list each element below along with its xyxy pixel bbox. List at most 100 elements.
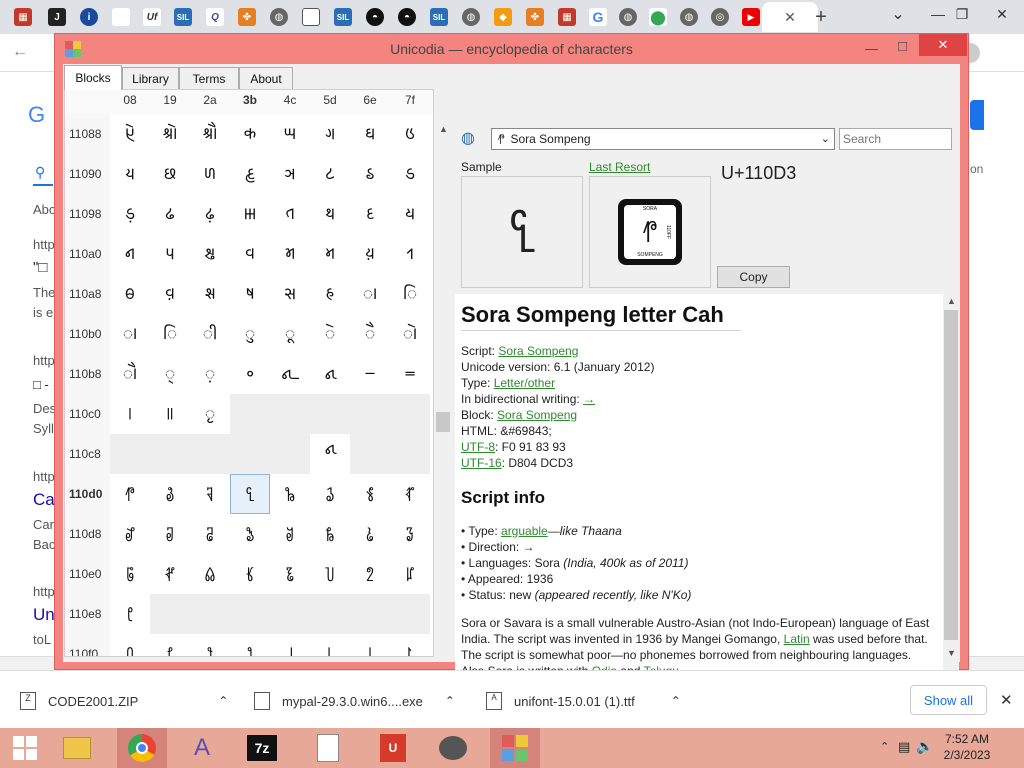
browser-tab[interactable]: ◆: [488, 2, 518, 32]
char-cell[interactable]: 𑃘: [110, 514, 150, 554]
char-cell[interactable]: 𑂗: [310, 154, 350, 194]
taskbar-chrome[interactable]: [117, 728, 167, 768]
char-cell[interactable]: 𑂼: [270, 354, 310, 394]
char-cell[interactable]: 𑂪: [110, 274, 150, 314]
browser-tab[interactable]: ⬤: [643, 2, 673, 32]
char-cell[interactable]: 𑃕: [310, 474, 350, 514]
latin-link[interactable]: Latin: [784, 632, 810, 646]
char-cell[interactable]: ◌𑂴: [270, 314, 310, 354]
char-cell[interactable]: 𑂑: [390, 114, 430, 154]
browser-tab[interactable]: SIL: [328, 2, 358, 32]
char-cell[interactable]: ◌𑂶: [350, 314, 390, 354]
char-cell[interactable]: 𑃛: [230, 514, 270, 554]
char-cell[interactable]: 𑂕: [230, 154, 270, 194]
type-link[interactable]: Letter/other: [494, 376, 555, 390]
char-cell[interactable]: 𑂤: [190, 234, 230, 274]
char-cell[interactable]: 𑃵: [310, 634, 350, 657]
grid-scroll-thumb[interactable]: [436, 412, 450, 432]
char-cell[interactable]: 𑂰: [350, 274, 390, 314]
browser-tab[interactable]: SIL: [424, 2, 454, 32]
char-cell[interactable]: 𑂣: [150, 234, 190, 274]
browser-restore-button[interactable]: ❐: [940, 0, 984, 28]
char-cell[interactable]: 𑃜: [270, 514, 310, 554]
utf16-link[interactable]: UTF-16: [461, 456, 502, 470]
char-cell[interactable]: 𑂯: [310, 274, 350, 314]
taskbar-7zip[interactable]: 7z: [237, 728, 287, 768]
char-cell[interactable]: 𑂬: [190, 274, 230, 314]
browser-tab[interactable]: ◍: [264, 2, 294, 32]
tab-terms[interactable]: Terms: [179, 67, 239, 89]
char-cell[interactable]: 𑂱: [390, 274, 430, 314]
char-cell[interactable]: 𑂙: [390, 154, 430, 194]
browser-tab[interactable]: [106, 2, 136, 32]
char-cell[interactable]: ◌𑂹: [150, 354, 190, 394]
window-maximize-button[interactable]: □: [898, 38, 907, 55]
char-cell[interactable]: ◌𑂳: [230, 314, 270, 354]
char-cell[interactable]: ◌𑂲: [190, 314, 230, 354]
browser-tab[interactable]: Q: [200, 2, 230, 32]
clock-time[interactable]: 7:52 AM: [932, 732, 1002, 746]
char-cell[interactable]: 𑃑: [150, 474, 190, 514]
char-cell[interactable]: 𑂖: [270, 154, 310, 194]
grid-scrollbar[interactable]: ▲ ▼: [435, 122, 451, 690]
char-cell[interactable]: 𑂩: [390, 234, 430, 274]
scroll-up-icon[interactable]: ▲: [947, 296, 956, 306]
char-cell[interactable]: 𑃀: [110, 394, 150, 434]
char-cell[interactable]: 𑂔: [190, 154, 230, 194]
char-cell[interactable]: 𑃓: [230, 474, 270, 514]
char-cell[interactable]: 𑂓: [150, 154, 190, 194]
char-cell[interactable]: 𑃟: [390, 514, 430, 554]
browser-tab[interactable]: ✤: [232, 2, 262, 32]
char-cell[interactable]: 𑃒: [190, 474, 230, 514]
tab-about[interactable]: About: [239, 67, 293, 89]
char-cell[interactable]: 𑂎: [270, 114, 310, 154]
tab-search-button[interactable]: ⌄: [876, 0, 920, 28]
char-cell[interactable]: ◌𑂷: [390, 314, 430, 354]
char-cell[interactable]: ◌𑂸: [110, 354, 150, 394]
char-cell[interactable]: 𑃞: [350, 514, 390, 554]
browser-tab[interactable]: [296, 2, 326, 32]
char-cell[interactable]: 𑃣: [230, 554, 270, 594]
scroll-up-icon[interactable]: ▲: [439, 124, 448, 134]
char-cell[interactable]: 𑂛: [150, 194, 190, 234]
search-input[interactable]: [839, 128, 952, 150]
window-minimize-button[interactable]: —: [865, 41, 878, 56]
tab-blocks[interactable]: Blocks: [64, 65, 122, 90]
globe-icon[interactable]: ◍: [461, 128, 475, 148]
download-item[interactable]: A unifont-15.0.01 (1).ttf ⌃: [486, 689, 681, 713]
char-cell[interactable]: 𑃦: [350, 554, 390, 594]
char-cell[interactable]: 𑃠: [110, 554, 150, 594]
char-cell[interactable]: 𑂍: [230, 114, 270, 154]
char-cell[interactable]: 𑃡: [150, 554, 190, 594]
clock-date[interactable]: 2/3/2023: [932, 748, 1002, 762]
char-cell[interactable]: 𑃔: [270, 474, 310, 514]
browser-tab[interactable]: ◍: [613, 2, 643, 32]
char-cell[interactable]: 𑂘: [350, 154, 390, 194]
block-link[interactable]: Sora Sompeng: [497, 408, 577, 422]
taskbar-unicodia[interactable]: [490, 728, 540, 768]
char-cell[interactable]: 𑂐: [350, 114, 390, 154]
char-cell[interactable]: 𑃖: [350, 474, 390, 514]
char-cell[interactable]: 𑃍: [310, 434, 350, 474]
char-cell[interactable]: 𑃶: [350, 634, 390, 657]
browser-tab[interactable]: ◓: [360, 2, 390, 32]
start-button[interactable]: [0, 728, 50, 768]
network-icon[interactable]: ▤: [898, 739, 910, 755]
char-cell[interactable]: 𑂌: [190, 114, 230, 154]
bidi-link[interactable]: →: [583, 392, 595, 406]
script-dropdown[interactable]: 𑃐 Sora Sompeng ⌄: [491, 128, 835, 150]
back-arrow-icon[interactable]: ←: [12, 43, 28, 61]
search-button[interactable]: [970, 100, 984, 130]
arguable-link[interactable]: arguable: [501, 524, 548, 538]
char-cell[interactable]: 𑃴: [270, 634, 310, 657]
char-cell[interactable]: ◌𑂱: [150, 314, 190, 354]
browser-tab[interactable]: Uf: [137, 2, 167, 32]
char-cell[interactable]: 𑂝: [230, 194, 270, 234]
article-scrollbar[interactable]: ▲ ▼: [943, 294, 959, 694]
char-cell[interactable]: 𑂽: [310, 354, 350, 394]
char-cell[interactable]: 𑂦: [270, 234, 310, 274]
chevron-up-icon[interactable]: ⌃: [218, 694, 228, 708]
char-cell[interactable]: 𑂒: [110, 154, 150, 194]
taskbar-pdf[interactable]: U: [368, 728, 418, 768]
browser-tab[interactable]: ◍: [456, 2, 486, 32]
